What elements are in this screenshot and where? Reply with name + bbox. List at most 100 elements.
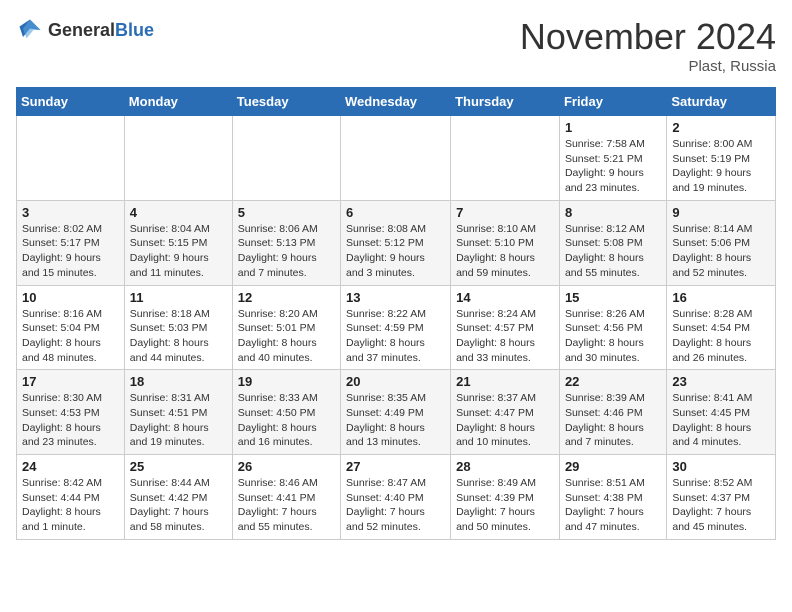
day-number: 29 — [565, 459, 661, 474]
calendar-cell: 11 Sunrise: 8:18 AMSunset: 5:03 PMDayligh… — [124, 285, 232, 370]
day-number: 18 — [130, 374, 227, 389]
day-info: Sunrise: 8:06 AMSunset: 5:13 PMDaylight:… — [238, 222, 335, 281]
day-info: Sunrise: 8:30 AMSunset: 4:53 PMDaylight:… — [22, 391, 119, 450]
calendar-cell: 26 Sunrise: 8:46 AMSunset: 4:41 PMDayligh… — [232, 455, 340, 540]
day-of-week-thursday: Thursday — [451, 88, 560, 116]
day-info: Sunrise: 8:14 AMSunset: 5:06 PMDaylight:… — [672, 222, 770, 281]
day-info: Sunrise: 8:24 AMSunset: 4:57 PMDaylight:… — [456, 307, 554, 366]
calendar-cell: 23 Sunrise: 8:41 AMSunset: 4:45 PMDayligh… — [667, 370, 776, 455]
day-info: Sunrise: 8:12 AMSunset: 5:08 PMDaylight:… — [565, 222, 661, 281]
day-info: Sunrise: 8:22 AMSunset: 4:59 PMDaylight:… — [346, 307, 445, 366]
day-info: Sunrise: 8:46 AMSunset: 4:41 PMDaylight:… — [238, 476, 335, 535]
day-number: 15 — [565, 290, 661, 305]
day-number: 26 — [238, 459, 335, 474]
calendar-cell: 6Sunrise: 8:08 AMSunset: 5:12 PMDaylight… — [341, 200, 451, 285]
day-info: Sunrise: 8:31 AMSunset: 4:51 PMDaylight:… — [130, 391, 227, 450]
day-number: 24 — [22, 459, 119, 474]
day-info: Sunrise: 8:10 AMSunset: 5:10 PMDaylight:… — [456, 222, 554, 281]
day-number: 22 — [565, 374, 661, 389]
calendar-cell: 18 Sunrise: 8:31 AMSunset: 4:51 PMDayligh… — [124, 370, 232, 455]
day-number: 14 — [456, 290, 554, 305]
day-number: 3 — [22, 205, 119, 220]
day-number: 1 — [565, 120, 661, 135]
day-of-week-sunday: Sunday — [17, 88, 125, 116]
day-number: 12 — [238, 290, 335, 305]
day-number: 11 — [130, 290, 227, 305]
calendar-cell: 19 Sunrise: 8:33 AMSunset: 4:50 PMDayligh… — [232, 370, 340, 455]
day-info: Sunrise: 7:58 AMSunset: 5:21 PMDaylight:… — [565, 137, 661, 196]
day-info: Sunrise: 8:33 AMSunset: 4:50 PMDaylight:… — [238, 391, 335, 450]
day-of-week-tuesday: Tuesday — [232, 88, 340, 116]
calendar-cell: 2Sunrise: 8:00 AMSunset: 5:19 PMDaylight… — [667, 116, 776, 201]
day-number: 21 — [456, 374, 554, 389]
logo-icon — [16, 16, 44, 44]
day-info: Sunrise: 8:49 AMSunset: 4:39 PMDaylight:… — [456, 476, 554, 535]
calendar-body: 1 Sunrise: 7:58 AMSunset: 5:21 PMDaylight… — [17, 116, 776, 540]
calendar-cell: 15 Sunrise: 8:26 AMSunset: 4:56 PMDayligh… — [559, 285, 666, 370]
calendar-cell: 29 Sunrise: 8:51 AMSunset: 4:38 PMDayligh… — [559, 455, 666, 540]
calendar: SundayMondayTuesdayWednesdayThursdayFrid… — [16, 87, 776, 540]
month-title: November 2024 — [520, 16, 776, 58]
calendar-cell: 21 Sunrise: 8:37 AMSunset: 4:47 PMDayligh… — [451, 370, 560, 455]
calendar-cell: 28Sunrise: 8:49 AMSunset: 4:39 PMDayligh… — [451, 455, 560, 540]
calendar-cell: 10Sunrise: 8:16 AMSunset: 5:04 PMDayligh… — [17, 285, 125, 370]
week-row-5: 24 Sunrise: 8:42 AMSunset: 4:44 PMDayligh… — [17, 455, 776, 540]
calendar-cell: 27Sunrise: 8:47 AMSunset: 4:40 PMDayligh… — [341, 455, 451, 540]
title-block: November 2024 Plast, Russia — [520, 16, 776, 75]
day-number: 23 — [672, 374, 770, 389]
week-row-3: 10Sunrise: 8:16 AMSunset: 5:04 PMDayligh… — [17, 285, 776, 370]
day-info: Sunrise: 8:08 AMSunset: 5:12 PMDaylight:… — [346, 222, 445, 281]
day-number: 8 — [565, 205, 661, 220]
calendar-cell: 1 Sunrise: 7:58 AMSunset: 5:21 PMDaylight… — [559, 116, 666, 201]
calendar-cell: 20Sunrise: 8:35 AMSunset: 4:49 PMDayligh… — [341, 370, 451, 455]
day-number: 13 — [346, 290, 445, 305]
day-of-week-wednesday: Wednesday — [341, 88, 451, 116]
calendar-cell — [17, 116, 125, 201]
week-row-2: 3Sunrise: 8:02 AMSunset: 5:17 PMDaylight… — [17, 200, 776, 285]
calendar-cell — [341, 116, 451, 201]
day-number: 5 — [238, 205, 335, 220]
day-number: 16 — [672, 290, 770, 305]
calendar-cell — [124, 116, 232, 201]
calendar-cell: 30Sunrise: 8:52 AMSunset: 4:37 PMDayligh… — [667, 455, 776, 540]
day-info: Sunrise: 8:51 AMSunset: 4:38 PMDaylight:… — [565, 476, 661, 535]
day-number: 7 — [456, 205, 554, 220]
day-info: Sunrise: 8:44 AMSunset: 4:42 PMDaylight:… — [130, 476, 227, 535]
day-number: 30 — [672, 459, 770, 474]
calendar-cell: 16 Sunrise: 8:28 AMSunset: 4:54 PMDayligh… — [667, 285, 776, 370]
calendar-cell: 14 Sunrise: 8:24 AMSunset: 4:57 PMDayligh… — [451, 285, 560, 370]
day-info: Sunrise: 8:42 AMSunset: 4:44 PMDaylight:… — [22, 476, 119, 535]
calendar-cell: 25Sunrise: 8:44 AMSunset: 4:42 PMDayligh… — [124, 455, 232, 540]
calendar-cell: 13 Sunrise: 8:22 AMSunset: 4:59 PMDayligh… — [341, 285, 451, 370]
day-info: Sunrise: 8:00 AMSunset: 5:19 PMDaylight:… — [672, 137, 770, 196]
calendar-cell — [232, 116, 340, 201]
calendar-cell — [451, 116, 560, 201]
day-of-week-saturday: Saturday — [667, 88, 776, 116]
week-row-4: 17Sunrise: 8:30 AMSunset: 4:53 PMDayligh… — [17, 370, 776, 455]
calendar-cell: 12 Sunrise: 8:20 AMSunset: 5:01 PMDayligh… — [232, 285, 340, 370]
day-info: Sunrise: 8:04 AMSunset: 5:15 PMDaylight:… — [130, 222, 227, 281]
calendar-cell: 7 Sunrise: 8:10 AMSunset: 5:10 PMDaylight… — [451, 200, 560, 285]
day-number: 9 — [672, 205, 770, 220]
day-info: Sunrise: 8:20 AMSunset: 5:01 PMDaylight:… — [238, 307, 335, 366]
calendar-cell: 9 Sunrise: 8:14 AMSunset: 5:06 PMDaylight… — [667, 200, 776, 285]
days-of-week-row: SundayMondayTuesdayWednesdayThursdayFrid… — [17, 88, 776, 116]
day-number: 4 — [130, 205, 227, 220]
day-info: Sunrise: 8:16 AMSunset: 5:04 PMDaylight:… — [22, 307, 119, 366]
calendar-cell: 22 Sunrise: 8:39 AMSunset: 4:46 PMDayligh… — [559, 370, 666, 455]
logo-blue: Blue — [115, 20, 154, 40]
day-number: 20 — [346, 374, 445, 389]
day-info: Sunrise: 8:41 AMSunset: 4:45 PMDaylight:… — [672, 391, 770, 450]
logo-general: General — [48, 20, 115, 40]
day-info: Sunrise: 8:37 AMSunset: 4:47 PMDaylight:… — [456, 391, 554, 450]
day-number: 27 — [346, 459, 445, 474]
page-header: GeneralBlue November 2024 Plast, Russia — [16, 16, 776, 75]
day-info: Sunrise: 8:39 AMSunset: 4:46 PMDaylight:… — [565, 391, 661, 450]
day-info: Sunrise: 8:18 AMSunset: 5:03 PMDaylight:… — [130, 307, 227, 366]
calendar-cell: 24 Sunrise: 8:42 AMSunset: 4:44 PMDayligh… — [17, 455, 125, 540]
location: Plast, Russia — [520, 58, 776, 75]
day-number: 19 — [238, 374, 335, 389]
calendar-cell: 5 Sunrise: 8:06 AMSunset: 5:13 PMDaylight… — [232, 200, 340, 285]
day-info: Sunrise: 8:28 AMSunset: 4:54 PMDaylight:… — [672, 307, 770, 366]
day-info: Sunrise: 8:26 AMSunset: 4:56 PMDaylight:… — [565, 307, 661, 366]
